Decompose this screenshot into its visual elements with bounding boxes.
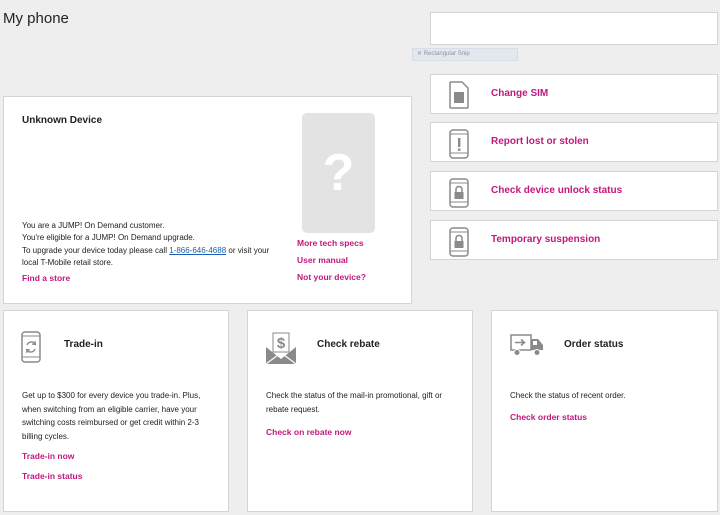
unknown-device-image: ? <box>302 113 375 233</box>
check-rebate-link[interactable]: Check on rebate now <box>266 427 352 437</box>
user-manual-link[interactable]: User manual <box>297 255 348 265</box>
support-phone-link[interactable]: 1-866-646-4688 <box>169 246 226 255</box>
check-rebate-description: Check the status of the mail-in promotio… <box>266 391 443 414</box>
trade-in-status-link[interactable]: Trade-in status <box>22 471 82 481</box>
report-lost-button[interactable]: Report lost or stolen <box>430 122 718 162</box>
snip-tag: ✕ Rectangular Snip <box>412 48 518 61</box>
check-unlock-button[interactable]: Check device unlock status <box>430 171 718 211</box>
page-title: My phone <box>3 10 69 27</box>
check-rebate-card: $ Check rebate Check the status of the m… <box>247 310 473 512</box>
more-tech-specs-link[interactable]: More tech specs <box>297 238 364 248</box>
check-order-status-link[interactable]: Check order status <box>510 412 587 422</box>
temporary-suspension-label: Temporary suspension <box>491 234 601 245</box>
trade-in-now-link[interactable]: Trade-in now <box>22 451 74 461</box>
svg-text:$: $ <box>277 335 286 352</box>
change-sim-label: Change SIM <box>491 88 549 99</box>
order-status-card: Order status Check the status of recent … <box>491 310 718 512</box>
trade-in-title: Trade-in <box>64 339 103 350</box>
phone-alert-icon <box>449 129 469 159</box>
device-card: Unknown Device You are a JUMP! On Demand… <box>3 96 412 304</box>
order-status-description: Check the status of recent order. <box>510 391 626 400</box>
trade-in-card: Trade-in Get up to $300 for every device… <box>3 310 229 512</box>
phone-lock-icon <box>449 227 469 257</box>
order-status-title: Order status <box>564 339 624 350</box>
check-unlock-label: Check device unlock status <box>491 185 623 196</box>
trade-in-description: Get up to $300 for every device you trad… <box>22 391 201 441</box>
device-info: You are a JUMP! On Demand customer. You'… <box>22 221 270 268</box>
phone-trade-icon <box>21 331 41 363</box>
question-mark-icon: ? <box>322 144 355 202</box>
sim-icon <box>449 81 469 109</box>
device-title: Unknown Device <box>22 115 103 126</box>
rebate-envelope-icon: $ <box>265 332 297 365</box>
report-lost-label: Report lost or stolen <box>491 136 589 147</box>
find-store-link[interactable]: Find a store <box>22 273 70 283</box>
change-sim-button[interactable]: Change SIM <box>430 74 718 114</box>
temporary-suspension-button[interactable]: Temporary suspension <box>430 220 718 260</box>
not-your-device-link[interactable]: Not your device? <box>297 272 366 282</box>
search-box[interactable] <box>430 12 718 45</box>
check-rebate-title: Check rebate <box>317 339 380 350</box>
delivery-truck-icon <box>510 334 543 356</box>
phone-lock-icon <box>449 178 469 208</box>
